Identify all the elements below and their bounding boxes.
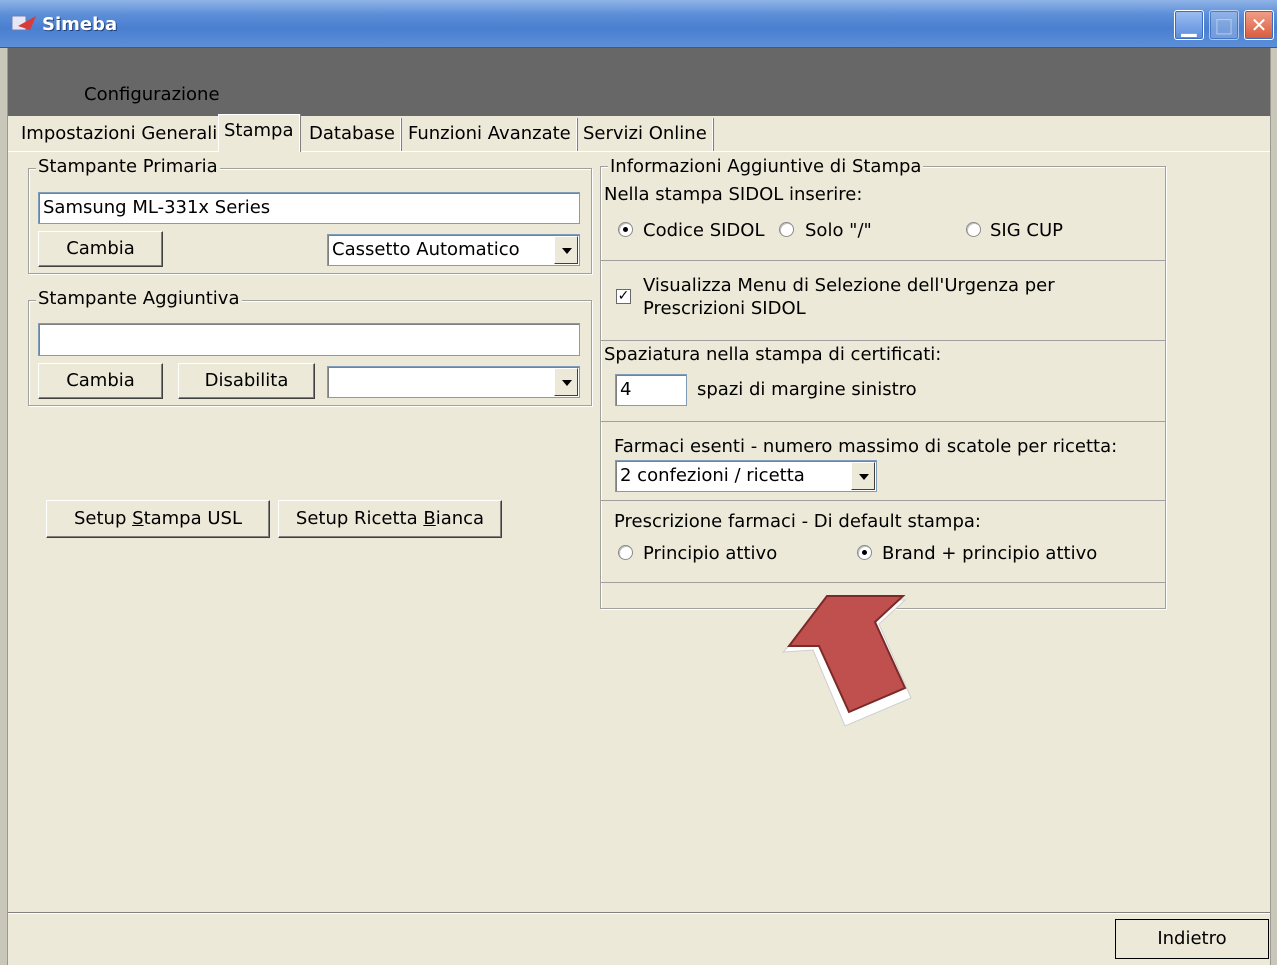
window-border-right	[1270, 48, 1277, 965]
additional-tray-select[interactable]	[327, 366, 580, 398]
setup-usl-suffix: tampa USL	[143, 508, 242, 529]
tab-servizi-online[interactable]: Servizi Online	[578, 118, 713, 152]
section-divider	[600, 500, 1166, 501]
primary-printer-field[interactable]: Samsung ML-331x Series	[38, 192, 580, 224]
radio-solo-slash-label: Solo "/"	[805, 220, 872, 241]
section-divider	[600, 340, 1166, 341]
primary-printer-title: Stampante Primaria	[36, 156, 220, 177]
spacing-suffix: spazi di margine sinistro	[697, 379, 917, 400]
annotation-arrow	[775, 588, 920, 730]
minimize-icon: ▁	[1181, 13, 1197, 37]
setup-ricetta-mnemonic: B	[423, 508, 436, 529]
section-divider	[600, 582, 1166, 583]
disable-button[interactable]: Disabilita	[178, 363, 315, 399]
additional-change-button[interactable]: Cambia	[38, 363, 163, 399]
radio-solo-slash[interactable]	[779, 222, 794, 237]
setup-stampa-usl-button[interactable]: Setup Stampa USL	[46, 500, 270, 538]
minimize-button[interactable]: ▁	[1174, 10, 1204, 40]
sidol-label: Nella stampa SIDOL inserire:	[604, 184, 863, 205]
window-title: Simeba	[42, 14, 118, 35]
window-border-left	[0, 48, 8, 965]
spacing-label: Spaziatura nella stampa di certificati:	[604, 344, 942, 365]
urgency-label-line2: Prescrizioni SIDOL	[643, 298, 806, 319]
radio-brand-principio[interactable]	[857, 545, 872, 560]
primary-change-button[interactable]: Cambia	[38, 231, 163, 267]
chevron-down-icon[interactable]	[851, 462, 875, 490]
back-button[interactable]: Indietro	[1115, 919, 1269, 959]
exempt-value: 2 confezioni / ricetta	[620, 465, 805, 486]
setup-ricetta-prefix: Setup Ricetta	[295, 508, 424, 529]
maximize-icon: □	[1214, 13, 1234, 37]
radio-sig-cup[interactable]	[966, 222, 981, 237]
tab-impostazioni-generali[interactable]: Impostazioni Generali	[16, 118, 224, 152]
setup-ricetta-bianca-button[interactable]: Setup Ricetta Bianca	[278, 500, 502, 538]
close-button[interactable]: ✕	[1244, 10, 1274, 40]
setup-usl-mnemonic: S	[132, 508, 144, 529]
title-bar	[0, 0, 1277, 48]
tab-funzioni-avanzate[interactable]: Funzioni Avanzate	[403, 118, 577, 152]
exempt-label: Farmaci esenti - numero massimo di scato…	[614, 436, 1118, 457]
default-label: Prescrizione farmaci - Di default stampa…	[614, 511, 981, 532]
chevron-down-icon[interactable]	[554, 368, 578, 396]
section-divider	[600, 260, 1166, 261]
tab-divider	[8, 151, 1270, 152]
primary-tray-value: Cassetto Automatico	[332, 239, 520, 260]
radio-codice-sidol[interactable]	[618, 222, 633, 237]
primary-tray-select[interactable]: Cassetto Automatico	[327, 234, 580, 266]
config-label: Configurazione	[84, 84, 220, 105]
radio-principio-attivo[interactable]	[618, 545, 633, 560]
footer-divider	[8, 912, 1270, 913]
chevron-down-icon[interactable]	[554, 236, 578, 264]
tab-database[interactable]: Database	[304, 118, 401, 152]
info-title: Informazioni Aggiuntive di Stampa	[608, 156, 924, 177]
close-icon: ✕	[1250, 13, 1268, 37]
setup-ricetta-suffix: ianca	[435, 508, 485, 529]
tab-stampa[interactable]: Stampa	[218, 114, 300, 152]
app-icon	[10, 12, 40, 34]
maximize-button[interactable]: □	[1209, 10, 1239, 40]
radio-principio-attivo-label: Principio attivo	[643, 543, 778, 564]
header-band	[8, 48, 1270, 116]
exempt-select[interactable]: 2 confezioni / ricetta	[615, 460, 877, 492]
additional-printer-field[interactable]	[38, 323, 580, 356]
setup-usl-prefix: Setup	[74, 508, 133, 529]
spacing-input[interactable]: 4	[615, 374, 687, 406]
radio-sig-cup-label: SIG CUP	[990, 220, 1064, 241]
urgency-checkbox[interactable]: ✓	[616, 289, 631, 304]
radio-brand-principio-label: Brand + principio attivo	[882, 543, 1098, 564]
urgency-label-line1: Visualizza Menu di Selezione dell'Urgenz…	[643, 275, 1055, 296]
radio-codice-sidol-label: Codice SIDOL	[643, 220, 765, 241]
additional-printer-title: Stampante Aggiuntiva	[36, 288, 242, 309]
section-divider	[600, 421, 1166, 422]
